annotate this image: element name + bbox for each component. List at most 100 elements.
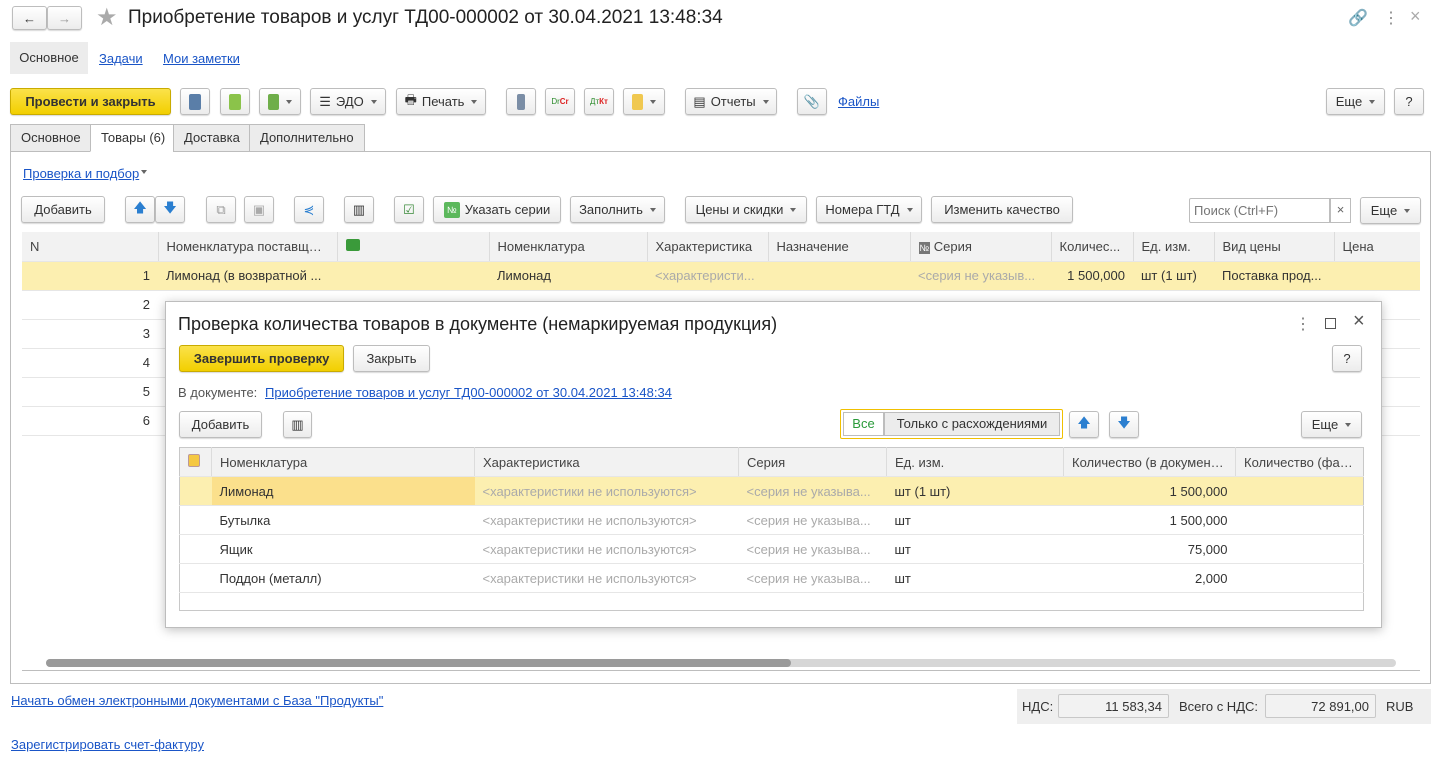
dialog-barcode-button[interactable]: ▥ bbox=[283, 411, 312, 438]
tab-goods[interactable]: Товары (6) bbox=[90, 124, 177, 152]
col-marking[interactable] bbox=[337, 232, 490, 262]
row-qty-fact[interactable] bbox=[1235, 534, 1364, 564]
close-icon[interactable]: × bbox=[1410, 6, 1421, 27]
row-characteristic[interactable]: <характеристики не используются> bbox=[474, 563, 739, 593]
back-button[interactable]: ← bbox=[12, 6, 47, 30]
filter-differences[interactable]: Только с расхождениями bbox=[884, 412, 1060, 436]
row-series[interactable]: <серия не указыв... bbox=[910, 261, 1051, 291]
row-unit[interactable]: шт bbox=[886, 563, 1064, 593]
favorite-star-icon[interactable]: ★ bbox=[96, 3, 118, 32]
col-supplier-item[interactable]: Номенклатура поставщика bbox=[158, 232, 338, 262]
table-row[interactable]: Бутылка <характеристики не используются> <… bbox=[179, 505, 1364, 535]
col-qty[interactable]: Количес... bbox=[1051, 232, 1134, 262]
row-series[interactable]: <серия не указыва... bbox=[738, 563, 887, 593]
col-price[interactable]: Цена bbox=[1334, 232, 1420, 262]
row-series[interactable]: <серия не указыва... bbox=[738, 505, 887, 535]
row-item[interactable]: Ящик bbox=[211, 534, 475, 564]
row-unit[interactable]: шт (1 шт) bbox=[1133, 261, 1214, 291]
row-unit[interactable]: шт bbox=[886, 505, 1064, 535]
row-series[interactable]: <серия не указыва... bbox=[738, 476, 887, 506]
more-button[interactable]: Еще bbox=[1326, 88, 1385, 115]
table-row[interactable]: Лимонад <характеристики не используются> <… bbox=[179, 476, 1364, 506]
row-price[interactable] bbox=[1334, 261, 1420, 291]
row-supplier-item[interactable]: Лимонад (в возвратной ... bbox=[158, 261, 337, 291]
save-button[interactable] bbox=[180, 88, 210, 115]
copy-button[interactable]: ⧉ bbox=[206, 196, 236, 223]
row-characteristic[interactable]: <характеристи... bbox=[647, 261, 768, 291]
scrollbar-thumb[interactable] bbox=[46, 659, 791, 667]
row-qty[interactable]: 1 500,000 bbox=[1051, 261, 1133, 291]
col-qty-doc[interactable]: Количество (в документе) bbox=[1063, 447, 1236, 477]
col-n[interactable]: N bbox=[22, 232, 159, 262]
add-row-button[interactable]: Добавить bbox=[21, 196, 105, 223]
row-characteristic[interactable]: <характеристики не используются> bbox=[474, 505, 739, 535]
col-series[interactable]: № Серия bbox=[910, 232, 1052, 262]
nav-notes[interactable]: Мои заметки bbox=[163, 51, 240, 66]
col-series[interactable]: Серия bbox=[738, 447, 887, 477]
row-qty-fact[interactable] bbox=[1235, 505, 1364, 535]
dialog-close-icon[interactable]: × bbox=[1353, 310, 1365, 333]
split-button[interactable]: ⋞ bbox=[294, 196, 324, 223]
barcode-button[interactable]: ▥ bbox=[344, 196, 374, 223]
tab-delivery[interactable]: Доставка bbox=[173, 124, 251, 152]
gtd-numbers-button[interactable]: Номера ГТД bbox=[816, 196, 922, 223]
table-row[interactable]: 1 Лимонад (в возвратной ... Лимонад <хар… bbox=[22, 261, 1420, 291]
row-qty-doc[interactable]: 75,000 bbox=[1063, 534, 1236, 564]
dt-kt-button[interactable]: ДтКт bbox=[584, 88, 614, 115]
row-purpose[interactable] bbox=[768, 261, 910, 291]
row-flag[interactable] bbox=[179, 534, 212, 564]
table-row[interactable]: Поддон (металл) <характеристики не исполь… bbox=[179, 563, 1364, 593]
nav-tasks[interactable]: Задачи bbox=[99, 51, 143, 66]
row-item[interactable]: Бутылка bbox=[211, 505, 475, 535]
set-series-button[interactable]: № Указать серии bbox=[433, 196, 561, 223]
col-characteristic[interactable]: Характеристика bbox=[647, 232, 769, 262]
start-edo-link[interactable]: Начать обмен электронными документами с … bbox=[11, 693, 383, 708]
more-menu-icon[interactable]: ⋮ bbox=[1383, 8, 1399, 28]
forward-button[interactable]: → bbox=[47, 6, 82, 30]
row-qty-fact[interactable] bbox=[1235, 476, 1364, 506]
row-marking[interactable] bbox=[337, 261, 489, 291]
tab-additional[interactable]: Дополнительно bbox=[249, 124, 365, 152]
row-item[interactable]: Поддон (металл) bbox=[211, 563, 475, 593]
row-qty-doc[interactable]: 2,000 bbox=[1063, 563, 1236, 593]
col-price-type[interactable]: Вид цены bbox=[1214, 232, 1335, 262]
dialog-add-button[interactable]: Добавить bbox=[179, 411, 262, 438]
move-up-button[interactable]: 🡅 bbox=[125, 196, 155, 223]
row-characteristic[interactable]: <характеристики не используются> bbox=[474, 476, 739, 506]
row-flag[interactable] bbox=[179, 505, 212, 535]
row-unit[interactable]: шт (1 шт) bbox=[886, 476, 1064, 506]
dialog-move-down-button[interactable]: 🡇 bbox=[1109, 411, 1139, 438]
col-unit[interactable]: Ед. изм. bbox=[1133, 232, 1215, 262]
col-purpose[interactable]: Назначение bbox=[768, 232, 911, 262]
row-qty-doc[interactable]: 1 500,000 bbox=[1063, 505, 1236, 535]
row-qty-doc[interactable]: 1 500,000 bbox=[1063, 476, 1236, 506]
row-flag[interactable] bbox=[179, 563, 212, 593]
check-and-select-link[interactable]: Проверка и подбор bbox=[23, 166, 147, 181]
print-button[interactable]: 🖶 Печать bbox=[396, 88, 486, 115]
goods-more-button[interactable]: Еще bbox=[1360, 197, 1421, 224]
prices-discounts-button[interactable]: Цены и скидки bbox=[685, 196, 807, 223]
edo-button[interactable]: ☰ ЭДО bbox=[310, 88, 386, 115]
post-and-close-button[interactable]: Провести и закрыть bbox=[10, 88, 171, 115]
dialog-close-button[interactable]: Закрыть bbox=[353, 345, 430, 372]
create-based-button[interactable] bbox=[259, 88, 301, 115]
attach-button[interactable]: 📎 bbox=[797, 88, 827, 115]
row-item[interactable]: Лимонад bbox=[489, 261, 647, 291]
dialog-move-up-button[interactable]: 🡅 bbox=[1069, 411, 1099, 438]
row-series[interactable]: <серия не указыва... bbox=[738, 534, 887, 564]
structure-button[interactable] bbox=[506, 88, 536, 115]
maximize-icon[interactable] bbox=[1325, 318, 1336, 329]
nav-main[interactable]: Основное bbox=[10, 42, 88, 74]
row-flag[interactable] bbox=[179, 476, 212, 506]
finish-check-button[interactable]: Завершить проверку bbox=[179, 345, 344, 372]
search-input[interactable] bbox=[1189, 198, 1330, 223]
dialog-help-button[interactable]: ? bbox=[1332, 345, 1362, 372]
dr-cr-button[interactable]: DrCr bbox=[545, 88, 575, 115]
col-characteristic[interactable]: Характеристика bbox=[474, 447, 739, 477]
table-row[interactable]: Ящик <характеристики не используются> <сер… bbox=[179, 534, 1364, 564]
row-characteristic[interactable]: <характеристики не используются> bbox=[474, 534, 739, 564]
col-qty-fact[interactable]: Количество (факт) bbox=[1235, 447, 1364, 477]
post-button[interactable] bbox=[220, 88, 250, 115]
change-quality-button[interactable]: Изменить качество bbox=[931, 196, 1073, 223]
row-unit[interactable]: шт bbox=[886, 534, 1064, 564]
